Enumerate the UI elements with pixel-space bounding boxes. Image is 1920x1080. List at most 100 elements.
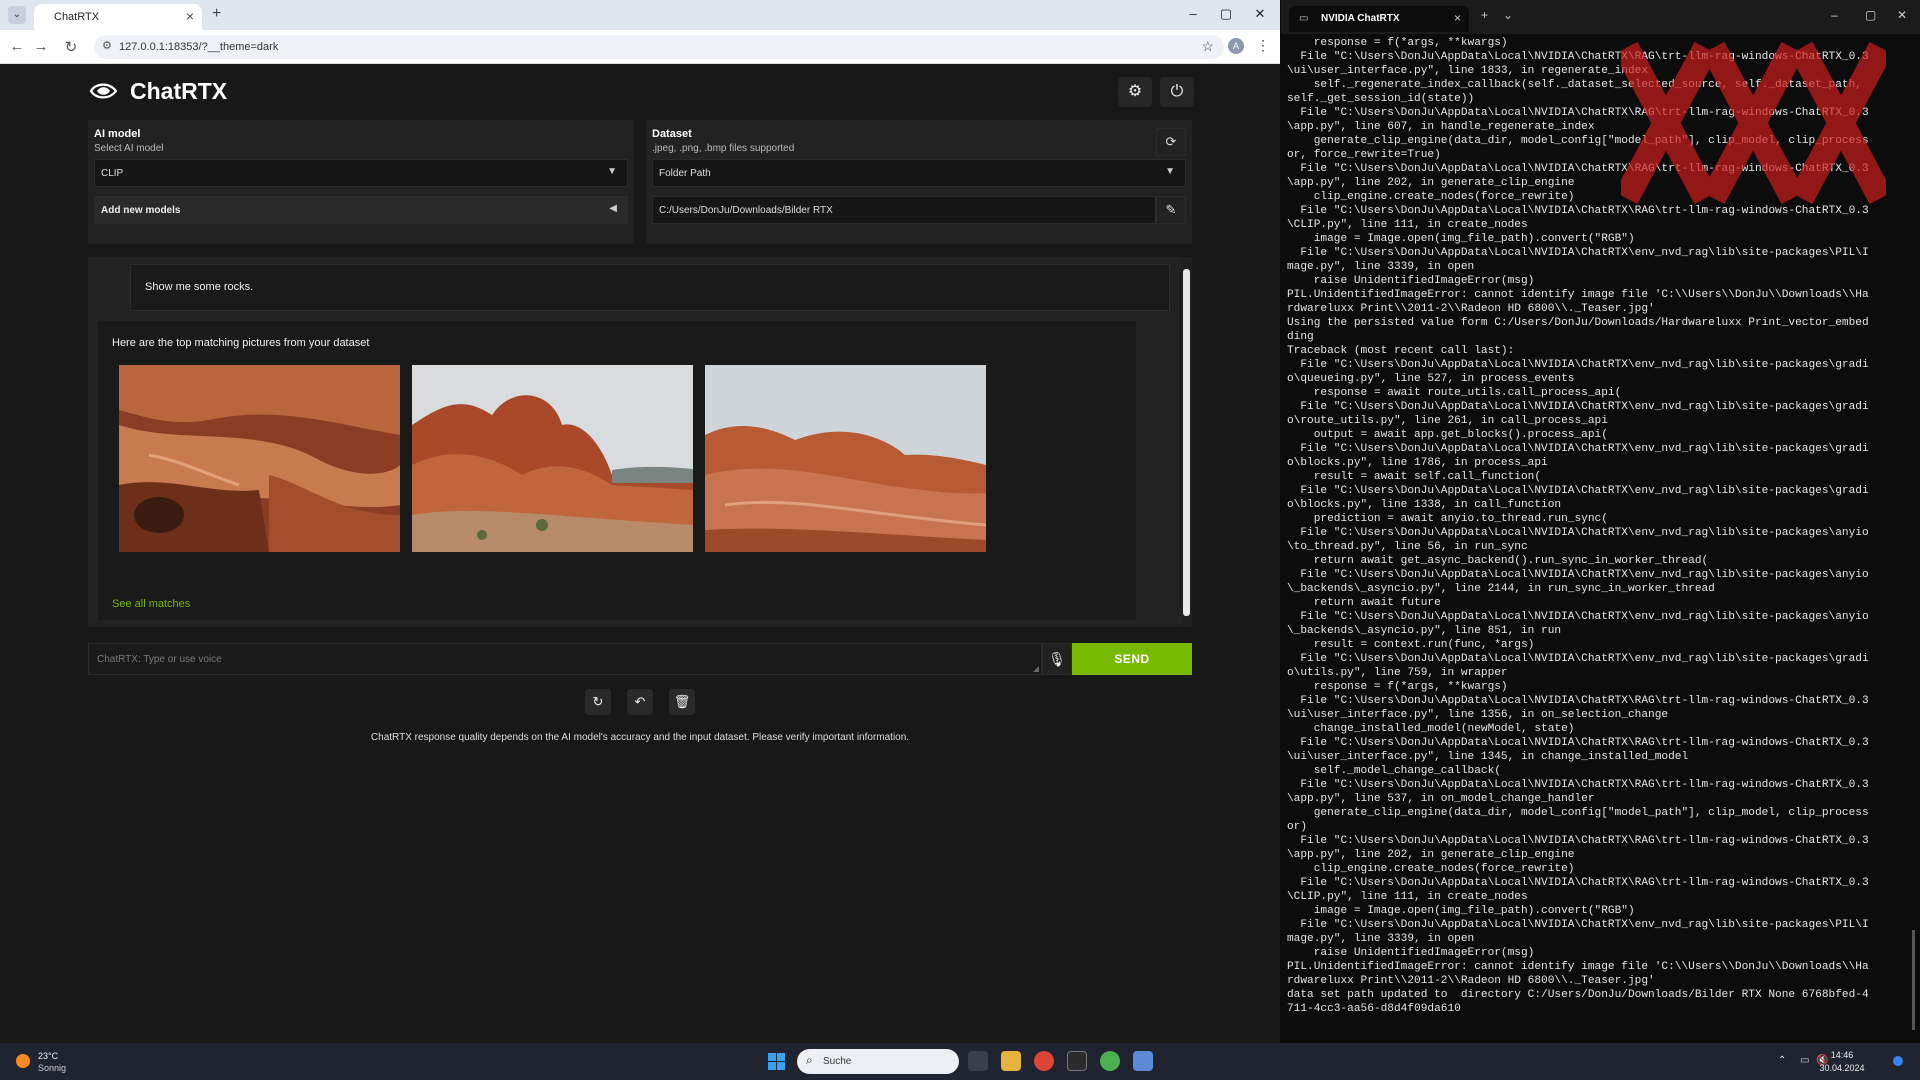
result-image-1[interactable] <box>119 365 400 552</box>
terminal-line: response = f(*args, **kwargs) <box>1287 681 1508 693</box>
bookmark-star-icon[interactable]: ☆ <box>1201 38 1214 55</box>
add-new-models-accordion[interactable]: Add new models ◀ <box>94 196 628 224</box>
resize-grip-icon[interactable]: ◢ <box>1033 664 1039 673</box>
chat-scrollbar[interactable] <box>1181 257 1192 627</box>
terminal-tab[interactable]: ▭ NVIDIA ChatRTX × <box>1289 6 1469 32</box>
terminal-line: File "C:\Users\DonJu\AppData\Local\NVIDI… <box>1287 695 1869 707</box>
maximize-icon[interactable]: ▢ <box>1216 6 1236 22</box>
new-tab-icon[interactable]: + <box>1481 8 1488 22</box>
result-image-2[interactable] <box>412 365 693 552</box>
terminal-line: File "C:\Users\DonJu\AppData\Local\NVIDI… <box>1287 247 1869 259</box>
terminal-line: \CLIP.py", line 111, in create_nodes <box>1287 219 1528 231</box>
taskbar-search-label: Suche <box>823 1056 852 1067</box>
terminal-line: File "C:\Users\DonJu\AppData\Local\NVIDI… <box>1287 107 1869 119</box>
tab-search-button[interactable]: ⌄ <box>8 6 26 24</box>
sun-icon[interactable] <box>16 1054 30 1068</box>
address-url[interactable]: 127.0.0.1:18353/?__theme=dark <box>119 41 278 53</box>
clock-date[interactable]: 30.04.2024 <box>1812 1063 1872 1073</box>
terminal-line: o\blocks.py", line 1786, in process_api <box>1287 457 1548 469</box>
terminal-line: \app.py", line 537, in on_model_change_h… <box>1287 793 1595 805</box>
minimize-icon[interactable]: – <box>1831 8 1838 22</box>
weather-description[interactable]: Sonnig <box>38 1063 66 1073</box>
settings-button[interactable]: ⚙ <box>1118 77 1152 107</box>
terminal-app-icon[interactable] <box>1067 1051 1087 1071</box>
tray-chevron-icon[interactable]: ⌃ <box>1778 1055 1786 1066</box>
terminal-line: generate_clip_engine(data_dir, model_con… <box>1287 135 1869 147</box>
browser-menu-icon[interactable]: ⋮ <box>1256 37 1270 54</box>
notification-icon[interactable] <box>1893 1056 1903 1066</box>
refresh-icon: ↻ <box>592 694 604 709</box>
undo-button[interactable]: ↶ <box>627 689 653 715</box>
terminal-line: self._model_change_callback( <box>1287 765 1501 777</box>
chat-area[interactable]: Show me some rocks. Here are the top mat… <box>88 257 1192 627</box>
chevron-down-icon: ▼ <box>1165 166 1175 177</box>
chrome-profile-icon[interactable] <box>1100 1051 1120 1071</box>
forward-icon[interactable]: → <box>32 38 50 55</box>
send-button[interactable]: SEND <box>1072 643 1192 675</box>
terminal-line: File "C:\Users\DonJu\AppData\Local\NVIDI… <box>1287 919 1869 931</box>
result-image-3-art <box>705 365 986 552</box>
close-tab-icon[interactable]: × <box>186 8 194 24</box>
caret-left-icon: ◀ <box>609 203 617 214</box>
voice-input-button[interactable]: 🎙 <box>1042 643 1072 675</box>
close-window-icon[interactable]: ✕ <box>1250 6 1270 22</box>
terminal-line: Traceback (most recent call last): <box>1287 345 1515 357</box>
terminal-line: File "C:\Users\DonJu\AppData\Local\NVIDI… <box>1287 359 1869 371</box>
see-all-matches-link[interactable]: See all matches <box>112 598 190 610</box>
gear-icon: ⚙ <box>1127 83 1143 100</box>
chevron-down-icon[interactable]: ⌄ <box>1503 8 1513 22</box>
site-info-icon[interactable]: ⚙ <box>102 39 112 52</box>
windows-start-icon[interactable] <box>768 1053 785 1070</box>
terminal-line: o\utils.py", line 759, in wrapper <box>1287 667 1508 679</box>
terminal-tab-bar: ▭ NVIDIA ChatRTX × + ⌄ – ▢ ✕ <box>1281 0 1920 34</box>
minimize-icon[interactable]: – <box>1183 6 1203 21</box>
file-explorer-icon[interactable] <box>1001 1051 1021 1071</box>
back-icon[interactable]: ← <box>8 38 26 55</box>
clear-chat-button[interactable]: 🗑 <box>669 689 695 715</box>
taskbar-search[interactable]: ⌕ Suche <box>797 1049 959 1074</box>
maximize-icon[interactable]: ▢ <box>1865 8 1876 22</box>
weather-temperature[interactable]: 23°C <box>38 1051 58 1061</box>
terminal-line: o\route_utils.py", line 261, in call_pro… <box>1287 415 1608 427</box>
task-view-icon[interactable] <box>968 1051 988 1071</box>
address-bar[interactable]: ⚙ 127.0.0.1:18353/?__theme=dark ☆ <box>94 35 1224 59</box>
dataset-source-selected: Folder Path <box>659 168 711 179</box>
chrome-icon[interactable] <box>1034 1051 1054 1071</box>
reload-icon[interactable]: ↻ <box>62 38 80 56</box>
terminal-line: generate_clip_engine(data_dir, model_con… <box>1287 807 1869 819</box>
terminal-scrollbar[interactable] <box>1912 930 1915 1030</box>
network-icon[interactable]: ▭ <box>1800 1055 1809 1066</box>
terminal-line: \CLIP.py", line 111, in create_nodes <box>1287 891 1528 903</box>
terminal-line: image = Image.open(img_file_path).conver… <box>1287 905 1635 917</box>
close-tab-icon[interactable]: × <box>1454 11 1461 25</box>
terminal-line: File "C:\Users\DonJu\AppData\Local\NVIDI… <box>1287 611 1869 623</box>
chat-input[interactable] <box>89 644 1019 674</box>
profile-avatar[interactable]: A <box>1228 38 1244 54</box>
terminal-line: data set path updated to directory C:/Us… <box>1287 989 1869 1001</box>
browser-tab-chatrtx[interactable]: ChatRTX × <box>34 4 202 30</box>
dataset-source-select[interactable]: Folder Path ▼ <box>652 159 1186 187</box>
terminal-line: File "C:\Users\DonJu\AppData\Local\NVIDI… <box>1287 485 1869 497</box>
power-button[interactable]: ⏻ <box>1160 77 1194 107</box>
brand-title: ChatRTX <box>130 78 228 104</box>
ai-model-subtitle: Select AI model <box>94 143 164 154</box>
photos-icon[interactable] <box>1133 1051 1153 1071</box>
terminal-line: or, force_rewrite=True) <box>1287 149 1441 161</box>
terminal-line: File "C:\Users\DonJu\AppData\Local\NVIDI… <box>1287 653 1869 665</box>
ai-model-select[interactable]: CLIP ▼ <box>94 159 628 187</box>
close-window-icon[interactable]: ✕ <box>1897 8 1907 22</box>
result-image-3[interactable] <box>705 365 986 552</box>
terminal-line: \_backends\_asyncio.py", line 2144, in r… <box>1287 583 1715 595</box>
terminal-line: \to_thread.py", line 56, in run_sync <box>1287 541 1528 553</box>
terminal-line: raise UnidentifiedImageError(msg) <box>1287 947 1535 959</box>
user-message-text: Show me some rocks. <box>145 281 254 293</box>
new-tab-button[interactable]: + <box>212 5 221 23</box>
chat-scrollbar-thumb[interactable] <box>1183 269 1190 616</box>
regenerate-button[interactable]: ↻ <box>585 689 611 715</box>
refresh-dataset-button[interactable]: ⟳ <box>1156 128 1186 156</box>
clock-time[interactable]: 14:46 <box>1812 1050 1872 1060</box>
edit-path-button[interactable]: ✎ <box>1156 196 1186 224</box>
dataset-path-field[interactable]: C:/Users/DonJu/Downloads/Bilder RTX <box>652 196 1156 224</box>
terminal-line: File "C:\Users\DonJu\AppData\Local\NVIDI… <box>1287 205 1869 217</box>
terminal-output[interactable]: response = f(*args, **kwargs) File "C:\U… <box>1287 36 1909 1036</box>
